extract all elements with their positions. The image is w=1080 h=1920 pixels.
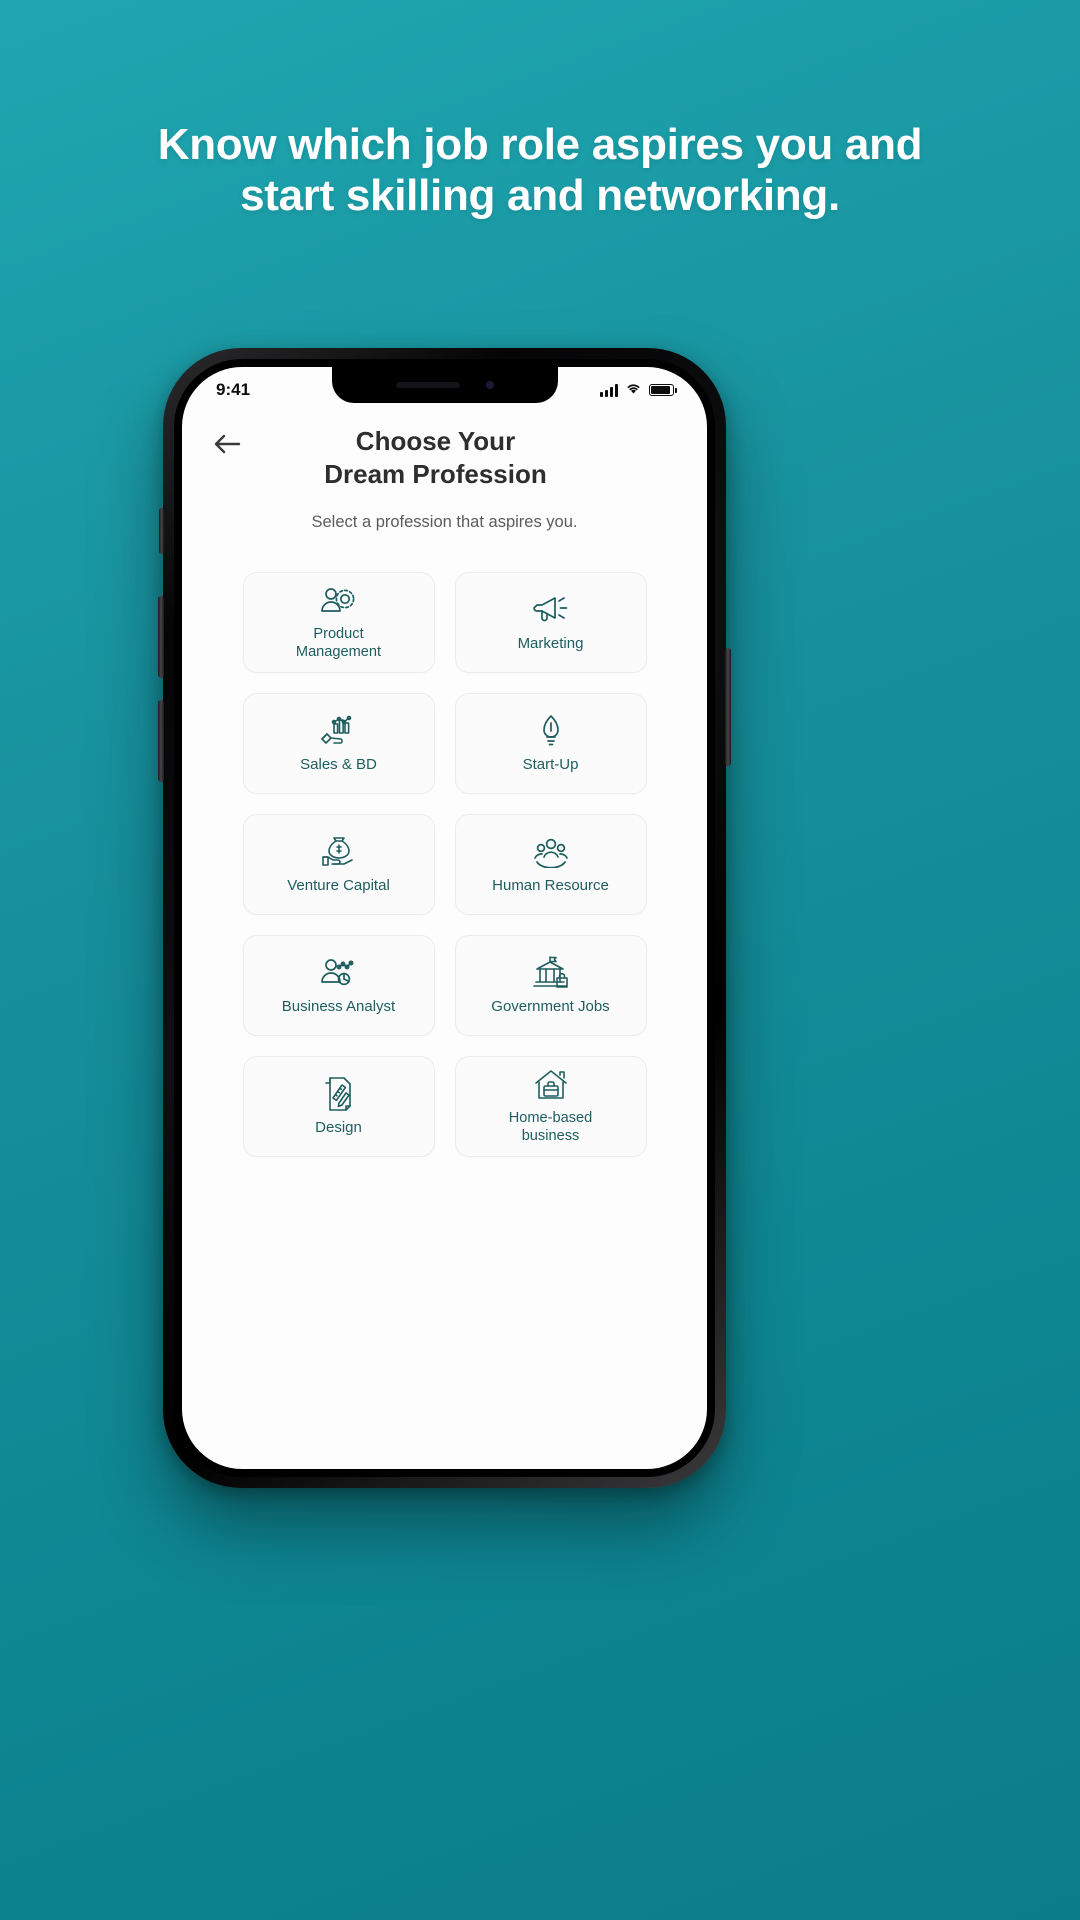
money-bag-hand-icon bbox=[319, 833, 359, 871]
page-subtitle: Select a profession that aspires you. bbox=[311, 512, 578, 531]
government-building-icon bbox=[532, 954, 570, 992]
profession-card-venture-capital[interactable]: Venture Capital bbox=[242, 813, 435, 915]
house-briefcase-icon bbox=[532, 1066, 570, 1104]
profession-card-business-analyst[interactable]: Business Analyst bbox=[242, 934, 435, 1036]
wifi-icon bbox=[625, 380, 642, 400]
profession-grid: Product Management Marketing Sales & BD … bbox=[242, 571, 647, 1157]
phone-power-button bbox=[725, 648, 731, 766]
promo-headline-line-2: start skilling and networking. bbox=[240, 170, 840, 220]
page-title-line-1: Choose Your bbox=[355, 426, 516, 456]
profession-card-sales-bd[interactable]: Sales & BD bbox=[242, 692, 435, 794]
page-title: Choose Your Dream Profession bbox=[234, 425, 637, 491]
phone-volume-down-button bbox=[158, 700, 164, 782]
app-header: Choose Your Dream Profession bbox=[182, 407, 707, 491]
profession-card-label: Product Management bbox=[295, 626, 382, 660]
megaphone-icon bbox=[532, 591, 570, 629]
status-bar-indicators bbox=[600, 380, 677, 400]
profession-card-label: Human Resource bbox=[492, 876, 609, 894]
status-bar-time: 9:41 bbox=[216, 380, 251, 399]
people-gear-icon bbox=[319, 582, 359, 620]
profession-card-label: Home-based business bbox=[508, 1110, 593, 1144]
profession-card-design[interactable]: Design bbox=[242, 1055, 435, 1157]
profession-card-human-resource[interactable]: Human Resource bbox=[454, 813, 647, 915]
battery-full-icon bbox=[649, 384, 677, 396]
header-spacer bbox=[637, 425, 677, 433]
profession-card-label: Business Analyst bbox=[281, 997, 396, 1015]
status-bar: 9:41 bbox=[182, 367, 707, 407]
hand-bar-chart-icon bbox=[319, 712, 359, 750]
page-title-line-2: Dream Profession bbox=[324, 458, 547, 489]
profession-card-home-based-business[interactable]: Home-based business bbox=[454, 1055, 647, 1157]
ruler-pencil-document-icon bbox=[323, 1075, 355, 1113]
promo-headline-line-1: Know which job role aspires you and bbox=[157, 120, 923, 169]
profession-card-label: Venture Capital bbox=[287, 876, 390, 894]
profession-card-product-management[interactable]: Product Management bbox=[242, 571, 435, 673]
profession-card-label: Start-Up bbox=[522, 755, 579, 773]
profession-card-government-jobs[interactable]: Government Jobs bbox=[454, 934, 647, 1036]
phone-screen: 9:41 Choose Your Dream Profession Select… bbox=[182, 367, 707, 1469]
people-group-icon bbox=[531, 833, 571, 871]
phone-bezel: 9:41 Choose Your Dream Profession Select… bbox=[174, 359, 715, 1477]
person-analytics-icon bbox=[319, 954, 359, 992]
profession-card-label: Marketing bbox=[517, 634, 584, 652]
phone-mute-switch bbox=[159, 508, 164, 554]
profession-card-marketing[interactable]: Marketing bbox=[454, 571, 647, 673]
phone-volume-up-button bbox=[158, 596, 164, 678]
rocket-bulb-icon bbox=[537, 712, 565, 750]
promo-headline: Know which job role aspires you and star… bbox=[0, 120, 1080, 221]
profession-card-label: Sales & BD bbox=[300, 755, 377, 773]
profession-card-label: Government Jobs bbox=[491, 997, 610, 1015]
phone-mockup: 9:41 Choose Your Dream Profession Select… bbox=[158, 348, 731, 1488]
profession-card-label: Design bbox=[315, 1118, 362, 1136]
profession-card-start-up[interactable]: Start-Up bbox=[454, 692, 647, 794]
cellular-signal-icon bbox=[600, 383, 618, 397]
